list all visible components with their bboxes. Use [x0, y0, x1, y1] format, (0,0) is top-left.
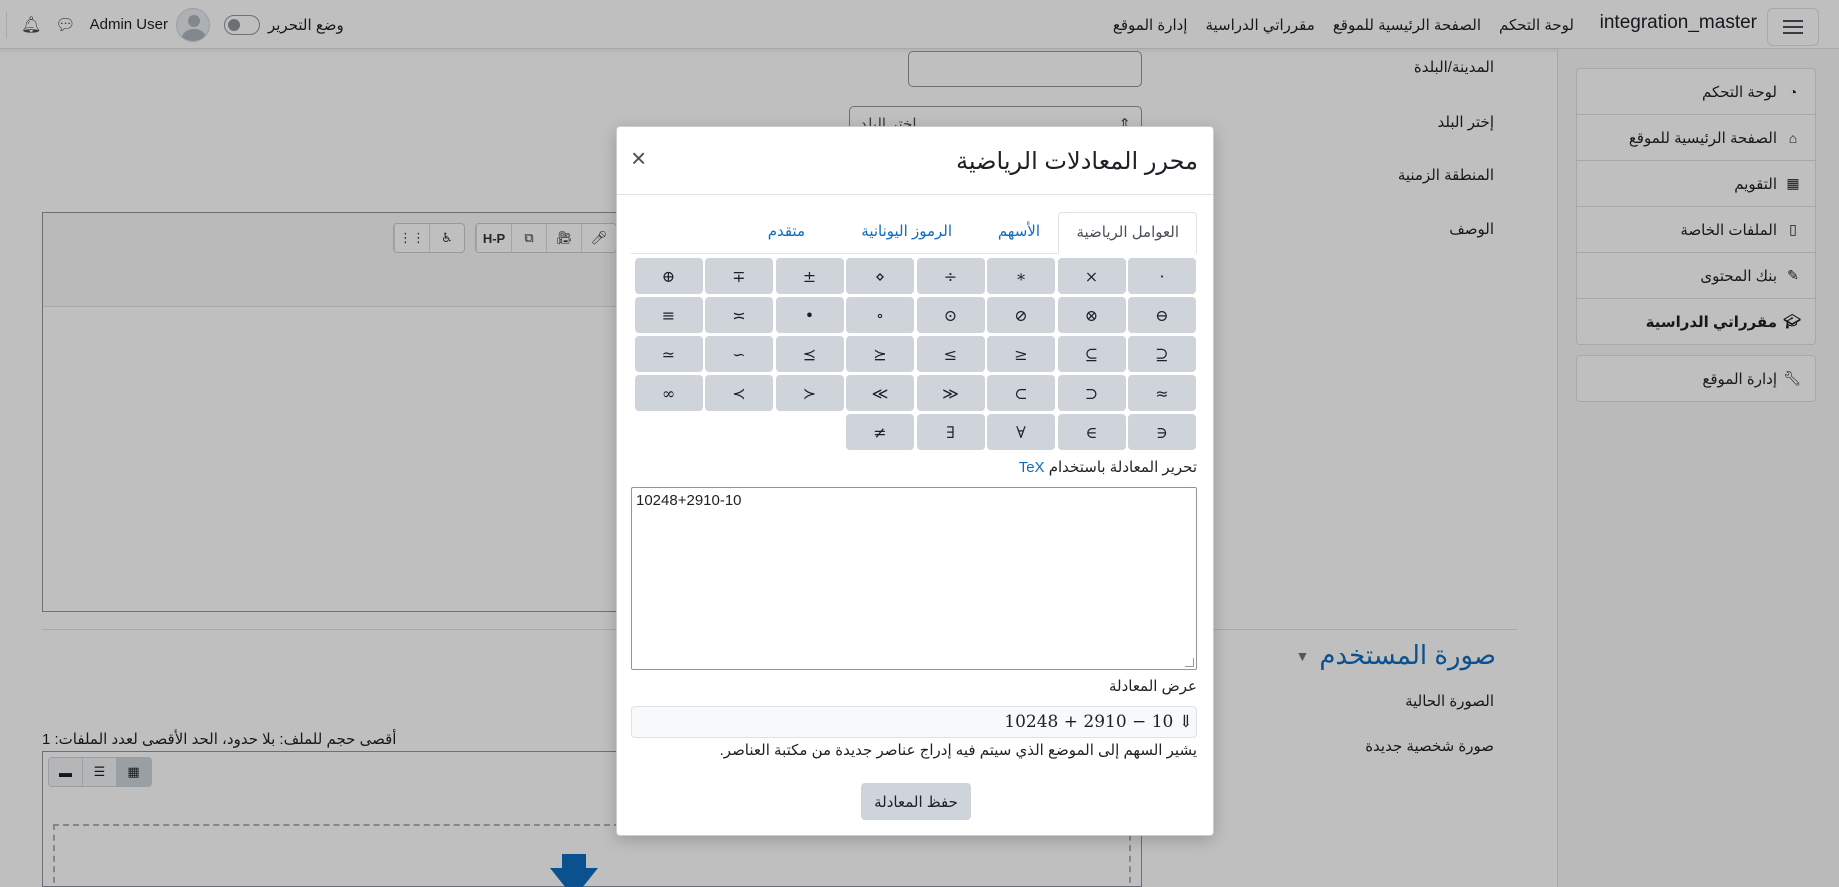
preview-math-text: 10248 + 2910 − 10 [1004, 712, 1174, 732]
tex-edit-label: تحرير المعادلة باستخدام TeX [1019, 458, 1197, 476]
symbol-row: · × ∗ ÷ ⋄ ± ∓ ⊕ [631, 258, 1197, 297]
symbol-row: ≈ ⊂ ⊃ ≪ ≫ ≺ ≻ ∞ [631, 375, 1197, 414]
equation-editor-dialog: محرر المعادلات الرياضية × العوامل الرياض… [616, 126, 1214, 836]
symbol-button[interactable]: ≻ [705, 375, 773, 411]
symbol-row: ⊆ ⊇ ≤ ≥ ⪯ ⪰ ∼ ≃ [631, 336, 1197, 375]
cursor-hint: يشير السهم إلى الموضع الذي سيتم فيه إدرا… [719, 742, 1197, 759]
symbol-button[interactable]: ≈ [1128, 375, 1196, 411]
symbol-row: ∈ ∋ ∀ ∃ ≠ [631, 414, 1197, 453]
symbol-button[interactable]: ∓ [705, 258, 773, 294]
symbol-button[interactable]: ≺ [775, 375, 844, 411]
symbol-button[interactable]: ⊘ [987, 297, 1055, 333]
symbol-button[interactable]: ⊇ [1057, 336, 1126, 372]
tex-help-link[interactable]: TeX [1019, 459, 1045, 476]
symbol-button[interactable]: • [775, 297, 844, 333]
symbol-button[interactable]: ∀ [987, 414, 1055, 450]
symbol-button[interactable]: ≪ [916, 375, 985, 411]
symbol-button[interactable]: ⊕ [634, 258, 703, 294]
symbol-button[interactable]: ⋄ [846, 258, 914, 294]
symbol-button[interactable]: ∋ [1057, 414, 1126, 450]
equation-tabs: العوامل الرياضية الأسهم الرموز اليونانية… [631, 212, 1197, 254]
symbol-button[interactable]: ∼ [705, 336, 773, 372]
save-equation-button[interactable]: حفظ المعادلة [861, 783, 971, 820]
preview-math: 10248 + 2910 − 10 ⇓ [1004, 712, 1193, 732]
symbol-button[interactable]: × [1057, 258, 1126, 294]
modal-header: محرر المعادلات الرياضية × [617, 127, 1213, 195]
tab-advanced[interactable]: متقدم [751, 212, 822, 254]
symbol-button[interactable]: ⊖ [1128, 297, 1196, 333]
symbol-button[interactable]: ∘ [846, 297, 914, 333]
symbol-button[interactable]: ⪯ [846, 336, 914, 372]
tex-input[interactable]: 10248+2910-10 [631, 487, 1197, 670]
tex-label-prefix: تحرير المعادلة باستخدام [1048, 459, 1197, 476]
symbol-button[interactable]: ≠ [846, 414, 914, 450]
tab-arrows[interactable]: الأسهم [981, 212, 1057, 254]
symbol-button[interactable]: ÷ [916, 258, 985, 294]
close-icon[interactable]: × [631, 145, 646, 171]
tab-greek-symbols[interactable]: الرموز اليونانية [844, 212, 969, 254]
symbol-button[interactable]: ≤ [987, 336, 1055, 372]
tab-operators[interactable]: العوامل الرياضية [1058, 212, 1197, 254]
symbol-button[interactable]: ⊗ [1057, 297, 1126, 333]
symbol-button[interactable]: ≃ [634, 336, 703, 372]
symbol-button[interactable]: ≍ [705, 297, 773, 333]
symbol-button[interactable]: ± [775, 258, 844, 294]
equation-preview: 10248 + 2910 − 10 ⇓ [631, 706, 1197, 738]
symbol-button[interactable]: · [1128, 258, 1196, 294]
symbol-grid: · × ∗ ÷ ⋄ ± ∓ ⊕ ⊖ ⊗ ⊘ ⊙ ∘ • ≍ ≡ ⊆ ⊇ ≤ ≥ ⪯ ⪰ ∼ ≃ ≈ ⊂ ⊃ ≪ ≫ ≺ ≻ ∞ ∈ ∋ ∀ ∃ ≠ [631, 258, 1197, 453]
symbol-button[interactable]: ≥ [916, 336, 985, 372]
symbol-button[interactable]: ∃ [916, 414, 985, 450]
symbol-button[interactable]: ⪰ [775, 336, 844, 372]
symbol-button[interactable]: ⊂ [1057, 375, 1126, 411]
symbol-button[interactable]: ⊙ [916, 297, 985, 333]
symbol-row: ⊖ ⊗ ⊘ ⊙ ∘ • ≍ ≡ [631, 297, 1197, 336]
preview-label: عرض المعادلة [1108, 678, 1197, 695]
insert-cursor-icon: ⇓ [1178, 712, 1193, 732]
symbol-button[interactable]: ≡ [634, 297, 703, 333]
symbol-button[interactable]: ≫ [846, 375, 914, 411]
modal-title: محرر المعادلات الرياضية [956, 148, 1198, 175]
symbol-button[interactable]: ∞ [634, 375, 703, 411]
symbol-button[interactable]: ⊃ [987, 375, 1055, 411]
symbol-button[interactable]: ⊆ [1128, 336, 1196, 372]
symbol-button[interactable]: ∈ [1128, 414, 1196, 450]
symbol-button[interactable]: ∗ [987, 258, 1055, 294]
